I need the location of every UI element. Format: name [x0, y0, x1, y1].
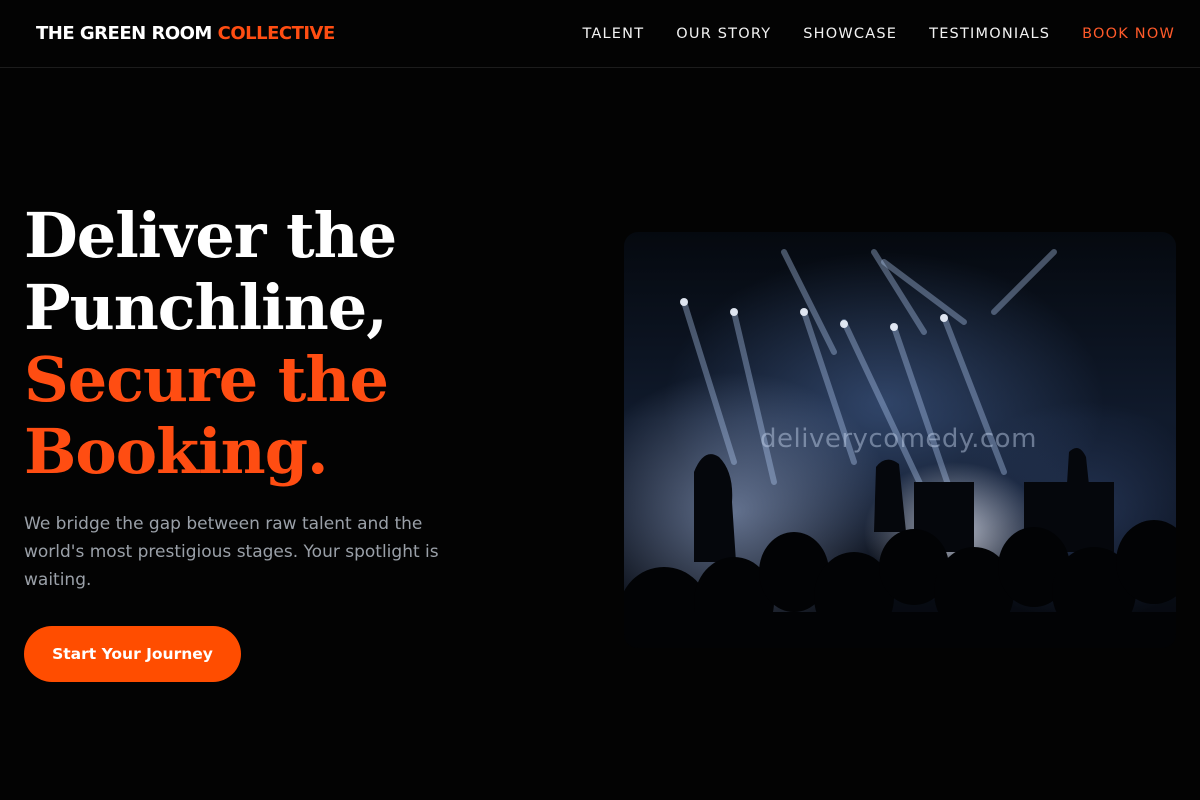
hero-title-line-3: Secure the — [24, 343, 389, 416]
site-logo[interactable]: THE GREEN ROOM COLLECTIVE — [36, 23, 335, 44]
nav-our-story[interactable]: OUR STORY — [676, 26, 771, 42]
image-watermark: deliverycomedy.com — [760, 424, 1037, 454]
hero-title-line-1: Deliver the — [24, 199, 397, 272]
nav-showcase[interactable]: SHOWCASE — [803, 26, 897, 42]
nav-testimonials[interactable]: TESTIMONIALS — [929, 26, 1050, 42]
logo-main-text: THE GREEN ROOM — [36, 23, 212, 44]
main-nav: TALENT OUR STORY SHOWCASE TESTIMONIALS B… — [550, 26, 1175, 42]
hero-title: Deliver the Punchline, Secure the Bookin… — [24, 200, 584, 488]
hero-concert-image: deliverycomedy.com — [624, 232, 1176, 648]
site-header: THE GREEN ROOM COLLECTIVE TALENT OUR STO… — [0, 0, 1200, 68]
spotlight-beams — [681, 249, 1057, 505]
hero-subtitle: We bridge the gap between raw talent and… — [24, 514, 439, 590]
logo-accent-text: COLLECTIVE — [217, 23, 336, 44]
hero-title-line-4: Booking. — [24, 415, 329, 488]
hero-title-line-2: Punchline, — [24, 271, 388, 344]
start-journey-button[interactable]: Start Your Journey — [24, 626, 241, 682]
nav-talent[interactable]: TALENT — [582, 26, 644, 42]
nav-book-now[interactable]: BOOK NOW — [1082, 26, 1175, 42]
